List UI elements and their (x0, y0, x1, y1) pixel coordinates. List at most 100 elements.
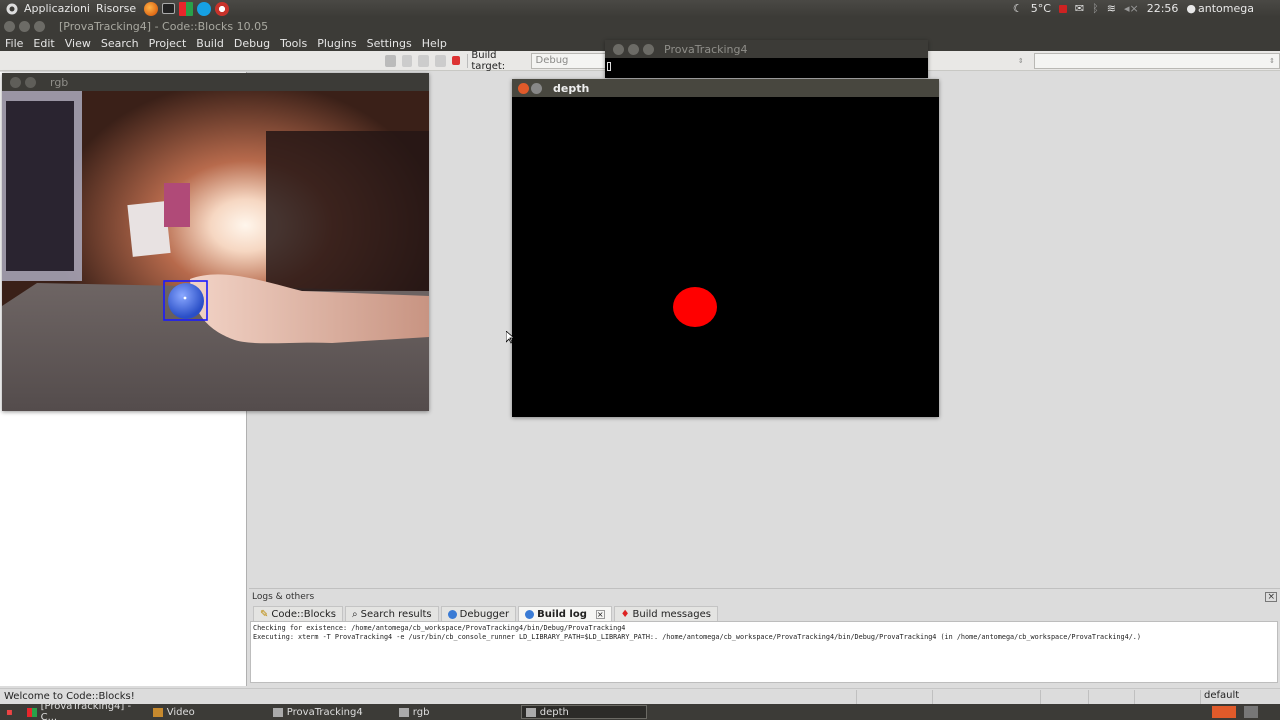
tab-build-log[interactable]: Build log × (518, 606, 612, 621)
taskbar-item-rgb[interactable]: rgb (395, 705, 521, 719)
clock[interactable]: 22:56 (1147, 2, 1179, 15)
menu-file[interactable]: File (0, 37, 28, 50)
apps-menu[interactable]: Applicazioni (24, 2, 90, 15)
tab-codeblocks[interactable]: ✎ Code::Blocks (253, 606, 343, 621)
search-icon: ⌕ (352, 608, 358, 620)
menu-help[interactable]: Help (417, 37, 452, 50)
status-cell (1040, 689, 1088, 704)
window-title: rgb (50, 75, 69, 89)
bluetooth-icon[interactable]: ᛒ (1092, 2, 1099, 15)
run-icon[interactable] (401, 54, 413, 67)
vlc-app-icon[interactable] (179, 1, 194, 16)
close-icon[interactable] (10, 76, 21, 88)
tab-label: Code::Blocks (271, 608, 336, 620)
tab-label: Search results (360, 608, 432, 620)
build-icon[interactable] (384, 54, 396, 67)
rgb-titlebar[interactable]: rgb (2, 73, 429, 91)
minimize-icon[interactable] (531, 82, 542, 94)
menu-plugins[interactable]: Plugins (312, 37, 361, 50)
status-cell (1088, 689, 1134, 704)
workspace-switcher[interactable] (1212, 706, 1236, 718)
tab-label: Build log (537, 608, 587, 620)
user-icon: ● (1186, 2, 1197, 15)
task-label: depth (539, 706, 569, 718)
function-select[interactable]: ⇕ (1033, 52, 1280, 69)
console-titlebar[interactable]: ProvaTracking4 (605, 40, 928, 58)
logs-header: Logs & others × (249, 589, 1280, 604)
trash-icon[interactable] (1244, 706, 1258, 718)
log-line: Checking for existence: /home/antomega/c… (253, 624, 626, 632)
menu-build[interactable]: Build (191, 37, 229, 50)
close-icon[interactable]: × (1265, 591, 1277, 602)
window-title: [ProvaTracking4] - Code::Blocks 10.05 (59, 19, 269, 33)
mail-icon[interactable]: ✉ (1075, 2, 1084, 15)
video-icon (152, 707, 163, 717)
console-window[interactable]: ProvaTracking4 (605, 40, 928, 78)
terminal-icon[interactable] (162, 3, 176, 14)
taskbar: ▪ [ProvaTracking4] - C... Video ProvaTra… (0, 701, 1280, 720)
menu-debug[interactable]: Debug (229, 37, 275, 50)
places-menu[interactable]: Risorse (96, 2, 136, 15)
scope-select-arrow[interactable]: ⇕ (1014, 53, 1028, 69)
ubuntu-logo-icon[interactable] (6, 3, 18, 15)
window-title: depth (553, 81, 590, 95)
skype-icon[interactable] (197, 1, 212, 16)
menu-settings[interactable]: Settings (362, 37, 417, 50)
task-label: Video (166, 706, 195, 718)
cursor-icon (607, 62, 611, 71)
log-line: Executing: xterm -T ProvaTracking4 -e /u… (253, 633, 1141, 641)
tab-build-messages[interactable]: ♦ Build messages (613, 606, 718, 621)
rgb-window[interactable]: rgb (2, 73, 429, 411)
codeblocks-titlebar[interactable]: [ProvaTracking4] - Code::Blocks 10.05 (0, 17, 1280, 35)
volume-icon[interactable]: ◂× (1124, 2, 1139, 15)
task-label: rgb (412, 706, 430, 718)
wifi-icon[interactable]: ≋ (1107, 2, 1116, 15)
show-desktop-icon[interactable]: ▪ (6, 707, 13, 718)
task-label: ProvaTracking4 (286, 706, 363, 718)
tab-debugger[interactable]: Debugger (440, 606, 517, 621)
close-icon[interactable] (613, 43, 624, 55)
menu-edit[interactable]: Edit (28, 37, 59, 50)
rebuild-icon[interactable] (434, 54, 446, 67)
status-cell (856, 689, 932, 704)
abort-icon[interactable] (451, 56, 460, 65)
codeblocks-icon (26, 707, 37, 717)
taskbar-item-video[interactable]: Video (149, 705, 269, 719)
depth-window[interactable]: depth (512, 79, 939, 417)
tab-label: Build messages (632, 608, 711, 620)
build-log-output[interactable]: Checking for existence: /home/antomega/c… (250, 621, 1278, 683)
menu-search[interactable]: Search (96, 37, 144, 50)
close-icon[interactable] (4, 20, 15, 32)
user-name[interactable]: antomega (1198, 2, 1254, 15)
close-icon[interactable]: × (595, 609, 605, 619)
record-icon[interactable] (1058, 4, 1067, 13)
console-output[interactable] (605, 58, 928, 78)
chevron-down-icon: ⇕ (1269, 56, 1275, 65)
taskbar-item-provatracking4[interactable]: ProvaTracking4 (269, 705, 395, 719)
task-label: [ProvaTracking4] - C... (40, 701, 132, 720)
status-cell (1134, 689, 1200, 704)
menu-view[interactable]: View (60, 37, 96, 50)
tab-label: Debugger (459, 608, 510, 620)
menu-project[interactable]: Project (144, 37, 192, 50)
toolbar-separator (466, 53, 468, 68)
minimize-icon[interactable] (25, 76, 36, 88)
pencil-icon: ✎ (260, 608, 269, 620)
build-run-icon[interactable] (418, 54, 429, 67)
close-icon[interactable] (518, 82, 529, 94)
maximize-icon[interactable] (643, 43, 654, 55)
statusbar: Welcome to Code::Blocks! default (0, 688, 1280, 704)
maximize-icon[interactable] (34, 20, 45, 32)
taskbar-item-depth[interactable]: depth (520, 705, 647, 719)
firefox-icon[interactable] (144, 1, 159, 16)
depth-titlebar[interactable]: depth (512, 79, 939, 97)
menu-tools[interactable]: Tools (275, 37, 312, 50)
minimize-icon[interactable] (628, 43, 639, 55)
taskbar-item-codeblocks[interactable]: [ProvaTracking4] - C... (23, 701, 149, 720)
tab-search-results[interactable]: ⌕ Search results (345, 606, 439, 621)
logs-tabbar: ✎ Code::Blocks ⌕ Search results Debugger… (249, 604, 1280, 621)
weather-label[interactable]: 5°C (1031, 2, 1051, 15)
app-launcher-icon[interactable] (215, 1, 230, 16)
system-tray: ☾ 5°C ✉ ᛒ ≋ ◂× 22:56 ● antomega (1013, 0, 1280, 17)
minimize-icon[interactable] (19, 20, 30, 32)
